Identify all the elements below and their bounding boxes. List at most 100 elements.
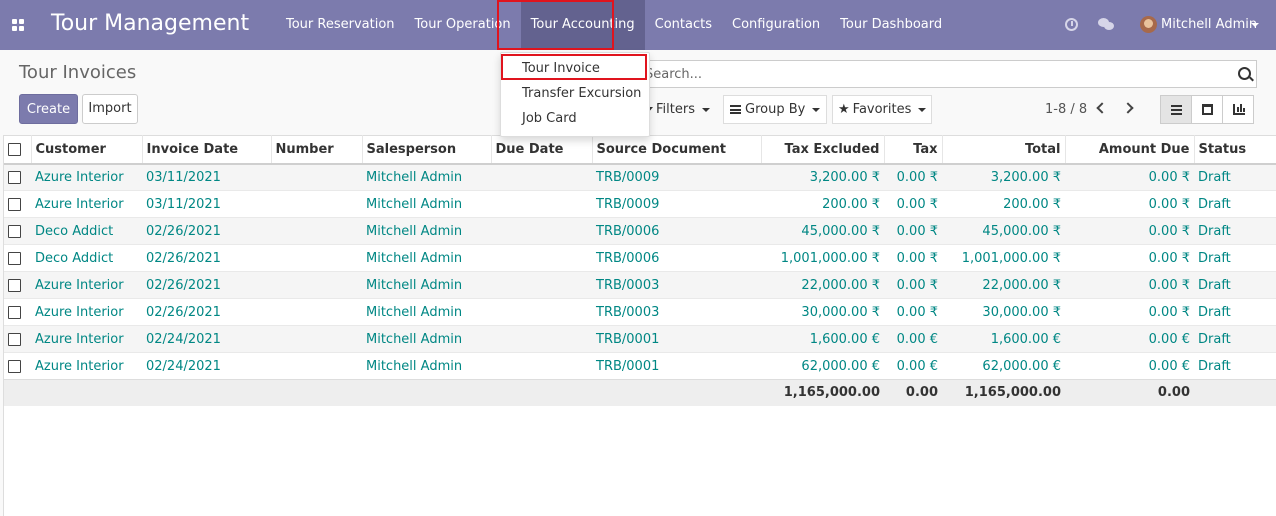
chevron-down-icon [812,107,821,112]
menu-tour-reservation[interactable]: Tour Reservation [276,0,405,50]
cell-customer: Azure Interior [31,352,142,380]
cell-tax-excluded: 45,000.00 ₹ [761,217,884,245]
row-checkbox[interactable] [8,332,21,346]
dropdown-item-tour-invoice[interactable]: Tour Invoice [522,61,600,76]
search-input[interactable] [645,65,1225,83]
table-row[interactable]: Azure Interior 02/24/2021 Mitchell Admin TR… [4,325,1276,353]
pager-next-icon[interactable] [1122,102,1134,114]
col-source-document[interactable]: Source Document [592,135,762,165]
table-row[interactable]: Azure Interior 02/26/2021 Mitchell Admin TR… [4,298,1276,326]
cell-total: 45,000.00 ₹ [942,217,1065,245]
user-menu-name[interactable]: Mitchell Admin [1161,17,1257,32]
table-header-row: Customer Invoice Date Number Salesperson… [4,135,1276,165]
menu-tour-accounting[interactable]: Tour Accounting [520,0,645,50]
pager-value[interactable]: 1-8 / 8 [1045,102,1087,117]
graph-view-button[interactable] [1222,95,1254,124]
calendar-view-button[interactable] [1191,95,1223,124]
menu-tour-dashboard[interactable]: Tour Dashboard [830,0,952,50]
col-total[interactable]: Total [942,135,1066,165]
table-row[interactable]: Azure Interior 03/11/2021 Mitchell Admin TR… [4,190,1276,218]
cell-source-document: TRB/0006 [592,244,761,272]
layers-icon [730,105,741,114]
col-amount-due[interactable]: Amount Due [1065,135,1195,165]
cell-invoice-date: 02/26/2021 [142,298,271,326]
col-salesperson[interactable]: Salesperson [362,135,492,165]
table-row[interactable]: Azure Interior 02/24/2021 Mitchell Admin TR… [4,352,1276,380]
col-due-date[interactable]: Due Date [491,135,593,165]
chevron-down-icon[interactable] [1251,23,1259,27]
col-invoice-date[interactable]: Invoice Date [142,135,272,165]
table-row[interactable]: Azure Interior 03/11/2021 Mitchell Admin TR… [4,163,1276,191]
cell-customer: Azure Interior [31,190,142,218]
row-checkbox[interactable] [8,359,21,373]
cell-total: 3,200.00 ₹ [942,163,1065,191]
create-button[interactable]: Create [19,94,78,124]
cell-status: Draft [1194,352,1276,380]
cell-amount-due: 0.00 ₹ [1065,163,1194,191]
favorites-button[interactable]: ★ Favorites [832,95,932,124]
group-by-button[interactable]: Group By [723,95,827,124]
cell-due-date [491,190,592,218]
totals-row: 1,165,000.00 0.00 1,165,000.00 0.00 [4,379,1276,406]
chat-icon[interactable] [1098,18,1114,31]
apps-grid-icon[interactable] [12,19,25,32]
cell-salesperson: Mitchell Admin [362,217,491,245]
table-row[interactable]: Azure Interior 02/26/2021 Mitchell Admin TR… [4,271,1276,299]
cell-tax-excluded: 22,000.00 ₹ [761,271,884,299]
cell-total: 22,000.00 ₹ [942,271,1065,299]
cell-customer: Azure Interior [31,163,142,191]
cell-customer: Azure Interior [31,298,142,326]
cell-source-document: TRB/0003 [592,298,761,326]
cell-salesperson: Mitchell Admin [362,244,491,272]
search-icon[interactable] [1238,67,1251,80]
main-menu: Tour Reservation Tour Operation Tour Acc… [276,0,952,50]
cell-number [271,244,362,272]
cell-status: Draft [1194,298,1276,326]
cell-source-document: TRB/0009 [592,163,761,191]
pager-previous-icon[interactable] [1096,102,1108,114]
row-checkbox[interactable] [8,251,21,265]
menu-configuration[interactable]: Configuration [722,0,830,50]
list-view-button[interactable] [1160,95,1192,124]
cell-invoice-date: 02/26/2021 [142,271,271,299]
col-status[interactable]: Status [1194,135,1276,165]
menu-tour-operation[interactable]: Tour Operation [405,0,521,50]
page-title: Tour Invoices [19,62,137,83]
import-button[interactable]: Import [82,94,138,124]
row-select-cell [4,352,31,380]
dropdown-item-job-card[interactable]: Job Card [522,111,577,126]
cell-customer: Azure Interior [31,325,142,353]
cell-tax-excluded: 1,001,000.00 ₹ [761,244,884,272]
col-number[interactable]: Number [271,135,363,165]
row-select-cell [4,163,31,191]
col-customer[interactable]: Customer [31,135,143,165]
user-avatar[interactable] [1140,16,1157,33]
cell-amount-due: 0.00 ₹ [1065,217,1194,245]
col-tax[interactable]: Tax [884,135,943,165]
cell-number [271,298,362,326]
cell-number [271,190,362,218]
row-checkbox[interactable] [8,305,21,319]
cell-salesperson: Mitchell Admin [362,352,491,380]
dropdown-item-transfer-excursion[interactable]: Transfer Excursion [522,86,641,101]
table-row[interactable]: Deco Addict 02/26/2021 Mitchell Admin TRB/0… [4,217,1276,245]
row-checkbox[interactable] [8,170,21,184]
row-checkbox[interactable] [8,224,21,238]
cell-salesperson: Mitchell Admin [362,298,491,326]
col-tax-excluded[interactable]: Tax Excluded [761,135,885,165]
chevron-down-icon [918,107,927,112]
row-checkbox[interactable] [8,197,21,211]
cell-tax: 0.00 ₹ [884,298,942,326]
filters-button[interactable]: Filters [643,95,710,124]
table-row[interactable]: Deco Addict 02/26/2021 Mitchell Admin TRB/0… [4,244,1276,272]
select-all-checkbox[interactable] [8,142,21,156]
cell-invoice-date: 02/26/2021 [142,217,271,245]
cell-status: Draft [1194,190,1276,218]
cell-due-date [491,271,592,299]
cell-tax: 0.00 ₹ [884,163,942,191]
cell-due-date [491,298,592,326]
activity-clock-icon[interactable] [1065,18,1078,31]
filters-label: Filters [656,102,695,117]
menu-contacts[interactable]: Contacts [645,0,722,50]
row-checkbox[interactable] [8,278,21,292]
